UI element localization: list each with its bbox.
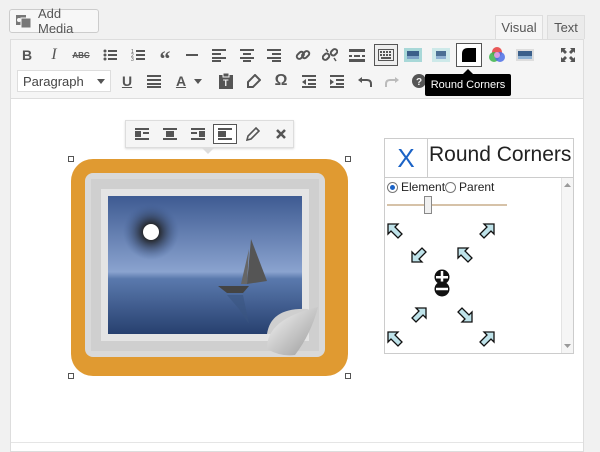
target-radio-group: Element Parent bbox=[387, 180, 494, 194]
close-icon[interactable] bbox=[269, 124, 293, 144]
image-align-center-icon[interactable] bbox=[158, 124, 182, 144]
italic-icon[interactable]: I bbox=[43, 44, 65, 66]
panel-header: X Round Corners bbox=[385, 139, 573, 178]
round-corners-tooltip: Round Corners bbox=[425, 69, 511, 96]
selected-image[interactable] bbox=[68, 156, 351, 379]
image-plugin-2-icon[interactable] bbox=[430, 44, 452, 66]
resize-handle-bottom-right[interactable] bbox=[345, 373, 351, 379]
resize-handle-top-right[interactable] bbox=[345, 156, 351, 162]
toolbar-toggle-icon[interactable] bbox=[374, 44, 398, 66]
radio-parent[interactable] bbox=[445, 181, 457, 193]
image-inline-toolbar bbox=[125, 120, 294, 154]
decrease-indent-icon[interactable] bbox=[298, 70, 320, 92]
align-center-icon[interactable] bbox=[236, 44, 258, 66]
paste-as-text-icon[interactable]: T bbox=[215, 70, 237, 92]
pencil-icon[interactable] bbox=[241, 124, 265, 144]
bullet-list-icon[interactable] bbox=[99, 44, 121, 66]
zoom-in-out-icon[interactable] bbox=[429, 269, 455, 297]
align-right-icon[interactable] bbox=[263, 44, 285, 66]
tab-text[interactable]: Text bbox=[547, 15, 585, 39]
panel-close-button[interactable]: X bbox=[385, 139, 428, 177]
corner-bottom-left-arrow-icon[interactable] bbox=[387, 331, 403, 347]
radio-parent-label: Parent bbox=[459, 180, 495, 194]
image-plugin-3-icon[interactable] bbox=[514, 44, 536, 66]
format-select-value: Paragraph bbox=[23, 73, 84, 89]
justify-icon[interactable] bbox=[143, 70, 165, 92]
panel-title: Round Corners bbox=[429, 143, 572, 166]
special-character-icon[interactable]: Ω bbox=[270, 70, 292, 92]
chevron-down-icon bbox=[97, 79, 105, 84]
panel-scrollbar[interactable] bbox=[561, 178, 573, 353]
scroll-down-icon[interactable] bbox=[562, 341, 573, 351]
round-corners-panel: X Round Corners Element Parent bbox=[384, 138, 574, 354]
add-media-label: Add Media bbox=[38, 6, 74, 36]
corner-top-left-arrow-icon[interactable] bbox=[387, 223, 403, 239]
svg-text:?: ? bbox=[416, 77, 422, 88]
resize-handle-top-left[interactable] bbox=[68, 156, 74, 162]
unlink-icon[interactable] bbox=[319, 44, 341, 66]
radius-slider-thumb[interactable] bbox=[424, 196, 432, 214]
round-corners-icon[interactable] bbox=[456, 43, 482, 67]
clear-formatting-icon[interactable] bbox=[243, 70, 265, 92]
image-align-left-icon[interactable] bbox=[130, 124, 154, 144]
svg-text:3: 3 bbox=[131, 57, 134, 62]
status-bar-divider bbox=[11, 442, 583, 443]
scroll-up-icon[interactable] bbox=[562, 180, 573, 190]
numbered-list-icon[interactable]: 123 bbox=[127, 44, 149, 66]
radio-element-label: Element bbox=[401, 180, 446, 194]
paragraph-format-select[interactable]: Paragraph bbox=[17, 70, 111, 92]
resize-handle-bottom-left[interactable] bbox=[68, 373, 74, 379]
corner-bottom-right-arrow-icon[interactable] bbox=[479, 331, 495, 347]
redo-icon[interactable] bbox=[381, 70, 403, 92]
undo-icon[interactable] bbox=[354, 70, 376, 92]
radio-element[interactable] bbox=[387, 181, 398, 193]
add-media-button[interactable]: Add Media bbox=[9, 6, 99, 36]
corner-top-right-arrow-icon[interactable] bbox=[479, 223, 495, 239]
align-left-icon[interactable] bbox=[208, 44, 230, 66]
corner-inner-bottom-right-arrow-icon[interactable] bbox=[457, 307, 473, 323]
image-align-none-icon[interactable] bbox=[213, 124, 238, 144]
fullscreen-icon[interactable] bbox=[557, 44, 579, 66]
horizontal-rule-icon[interactable] bbox=[181, 44, 203, 66]
corner-inner-top-left-arrow-icon[interactable] bbox=[411, 247, 427, 263]
text-color-icon[interactable]: A bbox=[170, 70, 208, 92]
underline-icon[interactable]: U bbox=[116, 70, 138, 92]
link-icon[interactable] bbox=[292, 44, 314, 66]
image-plugin-1-icon[interactable] bbox=[402, 44, 424, 66]
blockquote-icon[interactable]: “ bbox=[154, 44, 176, 70]
corner-inner-bottom-left-arrow-icon[interactable] bbox=[411, 307, 427, 323]
corner-inner-top-right-arrow-icon[interactable] bbox=[457, 247, 473, 263]
image-align-right-icon[interactable] bbox=[186, 124, 210, 144]
media-icon bbox=[16, 14, 32, 29]
bold-icon[interactable]: B bbox=[16, 44, 38, 66]
strikethrough-icon[interactable]: ABC bbox=[70, 44, 92, 66]
increase-indent-icon[interactable] bbox=[326, 70, 348, 92]
radius-slider-track[interactable] bbox=[387, 204, 507, 206]
svg-text:T: T bbox=[223, 78, 229, 88]
image-placeholder-icon bbox=[71, 159, 348, 376]
read-more-icon[interactable] bbox=[346, 44, 368, 66]
tab-visual[interactable]: Visual bbox=[495, 15, 543, 39]
color-plugin-icon[interactable] bbox=[486, 44, 508, 66]
